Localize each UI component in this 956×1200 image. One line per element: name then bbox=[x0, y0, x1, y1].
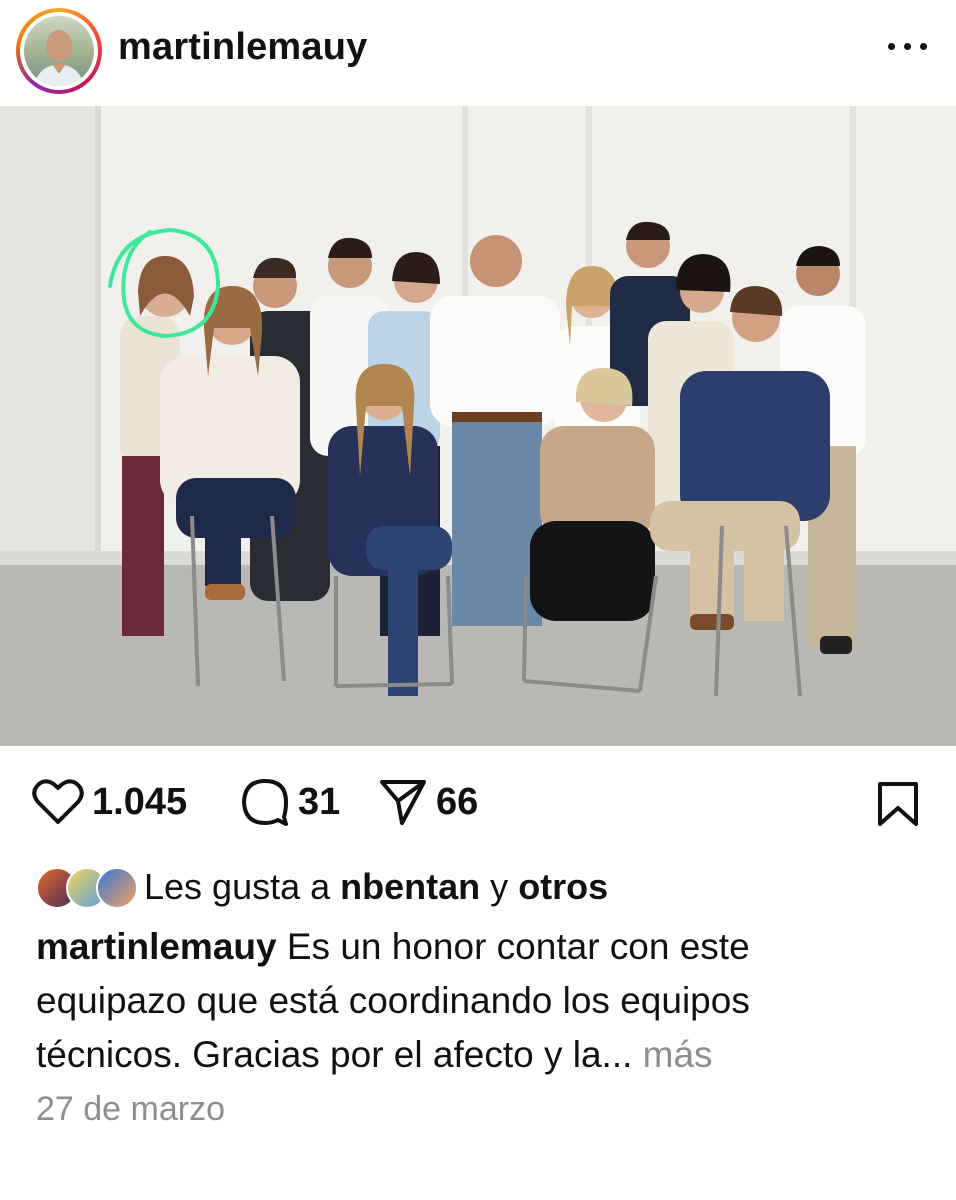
liked-by-row[interactable]: Les gusta a nbentan y otros bbox=[36, 862, 608, 912]
avatar-photo bbox=[24, 16, 94, 86]
liked-by-prefix: Les gusta a bbox=[144, 866, 331, 907]
post-header: martinlemauy bbox=[0, 0, 956, 106]
comment-icon bbox=[242, 779, 288, 826]
liked-by-user[interactable]: nbentan bbox=[340, 866, 480, 908]
caption-username[interactable]: martinlemauy bbox=[36, 926, 277, 967]
comment-button[interactable]: 31 bbox=[240, 776, 340, 828]
like-count: 1.045 bbox=[92, 780, 188, 823]
share-icon bbox=[380, 780, 426, 825]
caption-more-link[interactable]: más bbox=[643, 1034, 713, 1075]
post-username[interactable]: martinlemauy bbox=[118, 26, 368, 69]
more-options-button[interactable] bbox=[886, 40, 930, 54]
liked-by-others[interactable]: otros bbox=[518, 866, 608, 908]
post-actions: 1.045 31 66 bbox=[0, 766, 956, 836]
profile-avatar[interactable] bbox=[16, 8, 102, 94]
post-caption: martinlemauy Es un honor contar con este… bbox=[36, 920, 906, 1082]
bookmark-icon bbox=[878, 782, 918, 826]
heart-icon bbox=[32, 779, 84, 824]
liker-avatar bbox=[96, 867, 138, 909]
comment-count: 31 bbox=[298, 780, 341, 823]
post-photo[interactable] bbox=[0, 106, 956, 746]
like-button[interactable]: 1.045 bbox=[32, 776, 187, 828]
save-button[interactable] bbox=[874, 780, 922, 828]
liked-by-connector: y bbox=[490, 866, 509, 907]
more-dots-icon bbox=[888, 43, 895, 50]
post-date: 27 de marzo bbox=[36, 1090, 225, 1128]
liker-avatars bbox=[36, 865, 138, 909]
share-button[interactable]: 66 bbox=[378, 776, 478, 828]
share-count: 66 bbox=[436, 780, 479, 823]
